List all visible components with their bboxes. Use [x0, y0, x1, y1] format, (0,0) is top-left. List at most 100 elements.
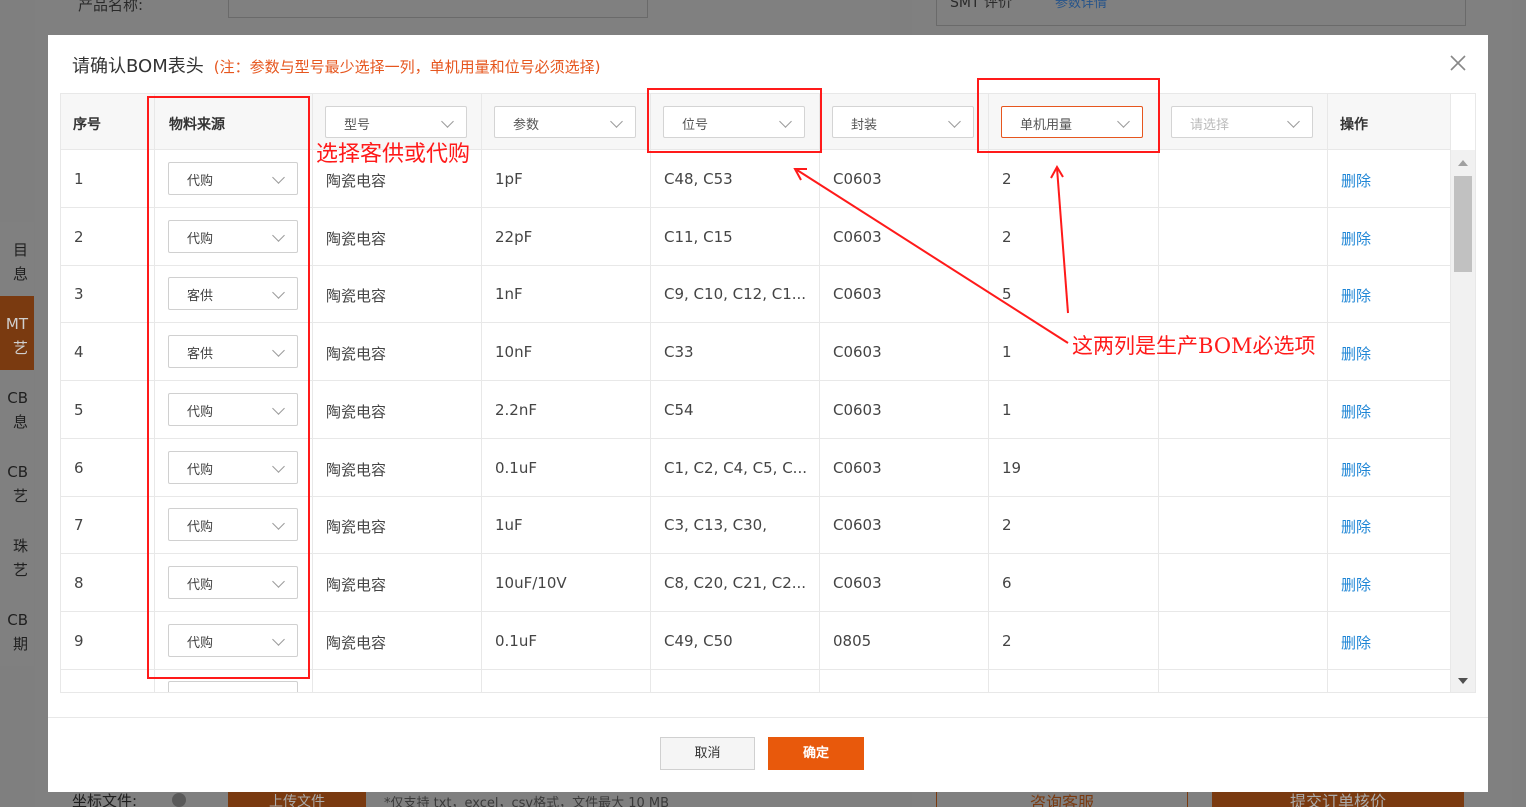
cell-package: C0603	[820, 438, 989, 497]
cell-text: C0603	[833, 400, 882, 419]
cell-extra	[1159, 438, 1328, 497]
source-select[interactable]: 代购	[168, 681, 298, 692]
cell-qty: 2	[989, 496, 1159, 555]
delete-link[interactable]: 删除	[1341, 343, 1371, 364]
delete-link[interactable]: 删除	[1341, 516, 1371, 537]
delete-link[interactable]: 删除	[1341, 459, 1371, 480]
col-header-package: 封装	[820, 94, 989, 150]
side-nav-item-active[interactable]: MT 艺	[0, 296, 34, 370]
delete-link[interactable]: 删除	[1341, 632, 1371, 653]
cell-text: 2	[1002, 227, 1012, 246]
side-nav-item[interactable]: 珠 艺	[0, 518, 34, 592]
column-type-select[interactable]: 型号	[325, 106, 467, 138]
cell-param	[482, 669, 651, 692]
delete-link[interactable]: 删除	[1341, 228, 1371, 249]
cell-ref	[651, 669, 820, 692]
source-select[interactable]: 代购	[168, 565, 298, 599]
col-header-action: 操作	[1328, 94, 1451, 150]
cell-text: 10	[74, 689, 93, 692]
scroll-up-icon[interactable]	[1458, 160, 1468, 166]
source-select-value: 客供	[187, 289, 214, 305]
confirm-button[interactable]: 确定	[768, 737, 864, 770]
cell-action: 删除	[1328, 611, 1451, 670]
modal-title: 请确认BOM表头 (注：参数与型号最少选择一列，单机用量和位号必须选择)	[72, 52, 600, 78]
source-select[interactable]: 代购	[168, 219, 298, 253]
delete-link[interactable]: 删除	[1341, 401, 1371, 422]
chevron-down-icon	[272, 517, 285, 531]
source-select[interactable]: 代购	[168, 623, 298, 657]
side-nav-item[interactable]: CB 期	[0, 592, 34, 666]
delete-link[interactable]: 删除	[1341, 574, 1371, 595]
cell-ref: C3, C13, C30,	[651, 496, 820, 555]
source-select[interactable]: 代购	[168, 162, 298, 195]
column-type-select[interactable]: 参数	[494, 106, 636, 138]
source-select[interactable]: 客供	[168, 335, 298, 369]
submit-order-button[interactable]: 提交订单核价	[1212, 790, 1464, 807]
cell-package: 0805	[820, 611, 989, 670]
upload-file-button[interactable]: 上传文件	[228, 790, 366, 807]
cell-qty: 19	[989, 438, 1159, 497]
source-select[interactable]: 客供	[168, 277, 298, 311]
cell-model: 陶瓷电容	[313, 207, 482, 266]
column-type-select[interactable]: 请选择	[1171, 106, 1313, 138]
source-select[interactable]: 代购	[168, 508, 298, 542]
annotation-required-hint: 这两列是生产BOM必选项	[1072, 334, 1316, 358]
delete-link[interactable]: 删除	[1341, 285, 1371, 306]
bom-table: 序号 物料来源 型号 参数 位号 封装 单机用量 请选择 操作 1 代购 陶瓷电容 1…	[60, 93, 1476, 693]
cell-text: 9	[74, 631, 84, 650]
side-nav-item[interactable]: CB 息	[0, 370, 34, 444]
cell-text: 7	[74, 516, 84, 535]
column-type-select[interactable]: 单机用量	[1001, 106, 1143, 138]
scroll-down-icon[interactable]	[1458, 678, 1468, 684]
help-icon[interactable]	[172, 793, 186, 807]
column-type-select[interactable]: 位号	[663, 106, 805, 138]
table-row: 1 代购 陶瓷电容 1pF C48, C53 C0603 2 删除	[61, 150, 1451, 208]
cell-param: 10uF/10V	[482, 553, 651, 612]
side-nav-item[interactable]: 目 息	[0, 222, 34, 296]
source-select-value: 客供	[187, 347, 214, 363]
cell-text: C0603	[833, 573, 882, 592]
cell-param: 22pF	[482, 207, 651, 266]
cell-package: C0603	[820, 207, 989, 266]
delete-link[interactable]: 删除	[1341, 689, 1371, 692]
consult-service-button[interactable]: 咨询客服	[936, 790, 1188, 807]
cell-text: C54	[664, 400, 694, 419]
cell-text: 陶瓷电容	[326, 460, 387, 479]
chevron-down-icon	[441, 115, 454, 128]
source-select[interactable]: 代购	[168, 450, 298, 484]
cell-text: C0603	[833, 227, 882, 246]
cell-param: 1nF	[482, 265, 651, 324]
col-header-source: 物料来源	[155, 94, 313, 150]
cell-seq: 5	[61, 380, 155, 439]
cell-ref: C33	[651, 323, 820, 382]
cell-text: 19	[1002, 458, 1022, 477]
delete-link[interactable]: 删除	[1341, 170, 1371, 191]
source-select-value: 代购	[187, 231, 214, 247]
cell-text: 1	[74, 170, 84, 188]
cell-text: 5	[74, 400, 84, 419]
source-select-value: 代购	[187, 404, 214, 420]
cell-text: 陶瓷电容	[326, 518, 387, 537]
scroll-thumb[interactable]	[1454, 176, 1472, 272]
column-type-select[interactable]: 封装	[832, 106, 974, 138]
vertical-scrollbar[interactable]	[1451, 150, 1475, 692]
annotation-source-hint: 选择客供或代购	[316, 142, 471, 167]
cell-text: 0805	[833, 631, 872, 650]
param-detail-link[interactable]: 参数详情	[1055, 0, 1107, 11]
cell-model: 陶瓷电容	[313, 265, 482, 324]
cell-seq: 2	[61, 207, 155, 266]
product-name-input[interactable]	[228, 0, 648, 18]
cell-text: 1uF	[495, 516, 523, 535]
table-row: 3 客供 陶瓷电容 1nF C9, C10, C12, C1... C0603 5 删除	[61, 265, 1451, 324]
source-select[interactable]: 代购	[168, 392, 298, 426]
side-nav-item[interactable]: CB 艺	[0, 444, 34, 518]
table-header: 序号 物料来源 型号 参数 位号 封装 单机用量 请选择 操作	[61, 94, 1451, 150]
cancel-button[interactable]: 取消	[660, 737, 755, 770]
cell-seq: 8	[61, 553, 155, 612]
cell-package	[820, 669, 989, 692]
table-row: 7 代购 陶瓷电容 1uF C3, C13, C30, C0603 2 删除	[61, 496, 1451, 555]
cell-text: 3	[74, 285, 84, 304]
close-icon[interactable]	[1448, 53, 1468, 73]
table-row: 10 代购 铝电容 删除	[61, 669, 1451, 692]
cell-param: 1pF	[482, 150, 651, 208]
